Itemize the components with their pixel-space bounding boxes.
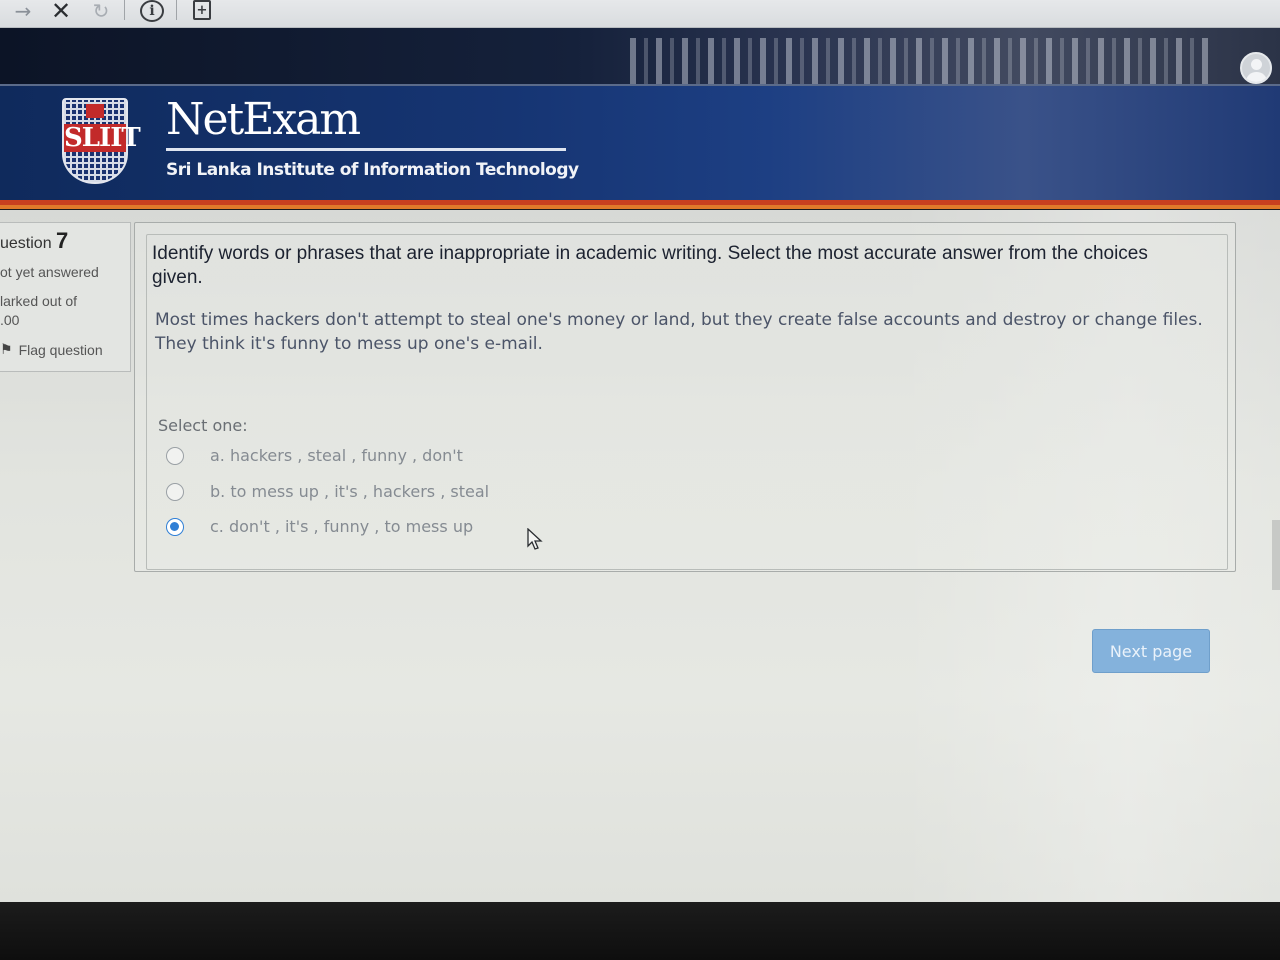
- brand-subtitle: Sri Lanka Institute of Information Techn…: [166, 160, 579, 180]
- flag-icon: ⚑: [0, 342, 13, 358]
- sliit-logo: SLIIT: [62, 98, 141, 184]
- user-avatar-icon[interactable]: [1240, 52, 1272, 84]
- browser-toolbar: [0, 0, 1280, 28]
- brand-divider: [166, 148, 566, 151]
- close-icon[interactable]: ✕: [48, 0, 74, 25]
- radio-button-a[interactable]: [166, 446, 184, 465]
- header-accent-bar: [0, 205, 1280, 209]
- question-state: ot yet answered: [0, 264, 99, 280]
- mouse-cursor-icon: [527, 528, 543, 550]
- back-arrow-icon[interactable]: →: [10, 0, 36, 23]
- answer-option-label[interactable]: a. hackers , steal , funny , don't: [210, 446, 463, 465]
- answer-option-b[interactable]: b. to mess up , it's , hackers , steal: [166, 482, 489, 501]
- logo-lion-icon: [86, 104, 104, 118]
- monitor-bezel: [0, 902, 1280, 960]
- marked-out-of-label: larked out of: [0, 293, 78, 309]
- select-one-label: Select one:: [158, 416, 248, 435]
- question-prompt: Identify words or phrases that are inapp…: [152, 243, 1148, 288]
- next-page-button[interactable]: Next page: [1092, 629, 1210, 673]
- question-number: uestion 7: [0, 228, 68, 254]
- radio-button-b[interactable]: [166, 482, 184, 501]
- answer-option-a[interactable]: a. hackers , steal , funny , don't: [166, 446, 463, 465]
- answer-option-label[interactable]: b. to mess up , it's , hackers , steal: [210, 482, 489, 501]
- logo-text: SLIIT: [64, 123, 141, 153]
- reload-icon[interactable]: ↻: [88, 0, 114, 23]
- toolbar-divider: [176, 0, 177, 20]
- max-mark: .00: [0, 312, 20, 328]
- question-number-label: uestion: [0, 235, 52, 252]
- question-passage: Most times hackers don't attempt to stea…: [155, 310, 1203, 354]
- toolbar-divider: [124, 0, 125, 20]
- answer-option-label[interactable]: c. don't , it's , funny , to mess up: [210, 517, 473, 536]
- info-icon[interactable]: i: [140, 0, 164, 22]
- radio-button-c[interactable]: [166, 517, 184, 536]
- brand-title: NetExam: [166, 94, 361, 145]
- page-icon[interactable]: +: [193, 0, 211, 20]
- answer-option-c[interactable]: c. don't , it's , funny , to mess up: [166, 517, 473, 536]
- question-number-value: 7: [56, 228, 69, 253]
- flag-question-label: Flag question: [18, 342, 103, 358]
- scrollbar[interactable]: [1272, 520, 1280, 590]
- flag-question-link[interactable]: ⚑ Flag question: [0, 342, 103, 358]
